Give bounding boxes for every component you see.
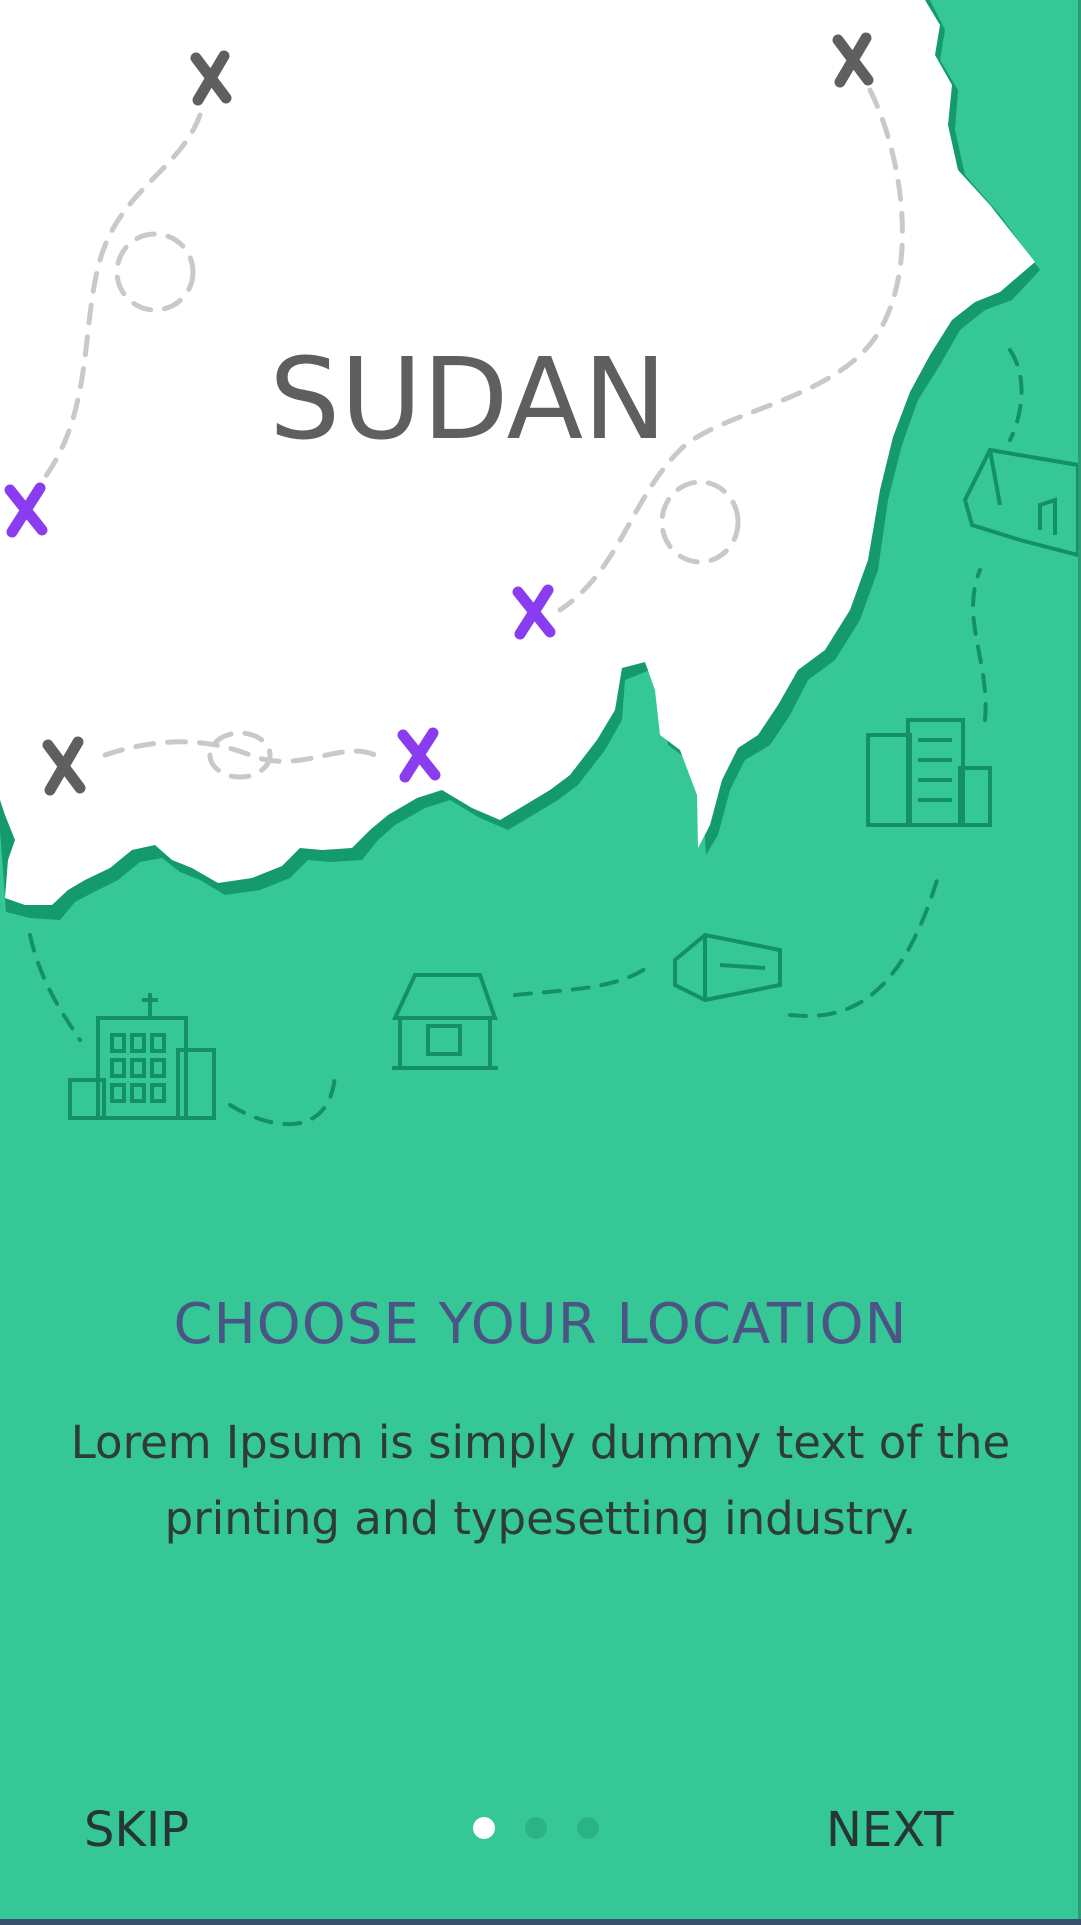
building-icon — [68, 993, 216, 1120]
building-icon — [866, 718, 992, 827]
onboarding-screen: SUDAN CHOOSE YOUR LOCATION Lorem Ipsum i… — [0, 0, 1081, 1925]
house-icon — [391, 973, 498, 1070]
map-country-label: SUDAN — [269, 335, 667, 465]
shop-icon — [673, 932, 782, 1003]
onboarding-title: CHOOSE YOUR LOCATION — [173, 1292, 908, 1357]
skip-button[interactable]: SKIP — [84, 1795, 189, 1865]
bottom-bar — [0, 1919, 1081, 1925]
page-indicator-dot[interactable] — [525, 1817, 547, 1839]
onboarding-description: Lorem Ipsum is simply dummy text of the … — [70, 1416, 1011, 1545]
house-icon — [962, 447, 1080, 558]
page-indicator — [473, 1817, 599, 1841]
next-button[interactable]: NEXT — [826, 1795, 954, 1865]
sudan-map-illustration: SUDAN — [0, 0, 1080, 1127]
page-indicator-dot[interactable] — [473, 1817, 495, 1839]
page-indicator-dot[interactable] — [577, 1817, 599, 1839]
